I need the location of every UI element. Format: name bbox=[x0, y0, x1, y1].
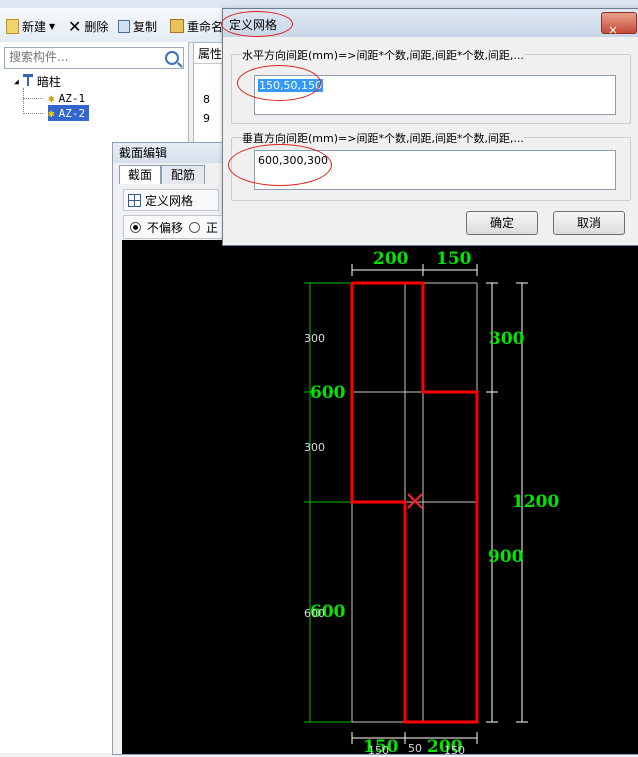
rename-button[interactable]: 重命名 bbox=[170, 17, 223, 35]
delete-button[interactable]: ✕ 删除 bbox=[68, 16, 108, 36]
define-grid-dialog: 定义网格 × 水平方向间距(mm)=>间距*个数,间距,间距*个数,间距,...… bbox=[221, 8, 638, 246]
tree-item-selected[interactable]: ✱ AZ-2 bbox=[48, 105, 90, 121]
properties-header: 属性 bbox=[198, 47, 223, 61]
horizontal-group: 水平方向间距(mm)=>间距*个数,间距,间距*个数,间距,... 150,50… bbox=[231, 47, 631, 124]
close-icon: × bbox=[608, 23, 619, 37]
annotation-ellipse bbox=[228, 144, 332, 186]
dim-right-label: 900 bbox=[488, 547, 524, 567]
copy-icon bbox=[118, 19, 130, 33]
offset-options: 不偏移 正 bbox=[123, 215, 233, 239]
close-button[interactable]: × bbox=[601, 12, 637, 37]
drawing-canvas[interactable]: 200 150 300 1200 900 600 600 150 200 300… bbox=[122, 240, 638, 757]
search-input[interactable] bbox=[5, 48, 163, 66]
property-row-number: 8 bbox=[203, 93, 210, 106]
dropdown-arrow-icon[interactable]: ▼ bbox=[49, 22, 55, 31]
gear-icon: ✱ bbox=[48, 106, 55, 120]
dim-right-label: 1200 bbox=[512, 492, 559, 512]
define-grid-button[interactable]: 定义网格 bbox=[123, 189, 219, 211]
gear-icon: ✱ bbox=[48, 91, 55, 105]
other-offset-radio[interactable] bbox=[189, 221, 201, 233]
grid-dim-label: 50 bbox=[408, 742, 422, 754]
column-icon bbox=[22, 73, 33, 89]
tree-item[interactable]: ✱ AZ-1 bbox=[48, 90, 85, 106]
insertion-point-marker bbox=[407, 493, 423, 509]
no-offset-label: 不偏移 bbox=[147, 220, 184, 235]
copy-button[interactable]: 复制 bbox=[118, 17, 157, 35]
delete-icon: ✕ bbox=[68, 16, 82, 36]
dialog-titlebar: 定义网格 × bbox=[221, 9, 638, 37]
cancel-button[interactable]: 取消 bbox=[553, 211, 625, 235]
tab-rebar[interactable]: 配筋 bbox=[161, 165, 205, 184]
grid-icon bbox=[128, 193, 141, 207]
annotation-ellipse bbox=[237, 65, 321, 101]
section-drawing: 200 150 300 1200 900 600 600 150 200 300… bbox=[304, 249, 559, 757]
dim-top-label: 150 bbox=[436, 249, 472, 269]
dim-left-label: 600 bbox=[310, 383, 346, 403]
annotation-ellipse bbox=[221, 11, 293, 37]
grid-dim-label: 600 bbox=[304, 607, 325, 620]
property-row-number: 9 bbox=[203, 112, 210, 125]
collapse-icon[interactable]: ◢ bbox=[14, 77, 19, 86]
dim-top-label: 200 bbox=[373, 249, 409, 269]
search-icon[interactable] bbox=[165, 51, 179, 65]
rename-icon bbox=[170, 19, 184, 33]
vertical-group: 垂直方向间距(mm)=>间距*个数,间距,间距*个数,间距,... 600,30… bbox=[228, 130, 631, 201]
grid-dim-label: 300 bbox=[304, 441, 325, 454]
other-offset-label: 正 bbox=[206, 220, 219, 235]
horizontal-spacing-label: 水平方向间距(mm)=>间距*个数,间距,间距*个数,间距,... bbox=[242, 47, 524, 63]
new-button[interactable]: 新建 ▼ bbox=[6, 17, 55, 35]
tree-root-node[interactable]: ◢ 暗柱 bbox=[14, 73, 61, 89]
no-offset-radio[interactable] bbox=[130, 221, 141, 233]
ok-button[interactable]: 确定 bbox=[466, 211, 538, 235]
search-box bbox=[4, 47, 184, 69]
tab-section[interactable]: 截面 bbox=[119, 165, 161, 184]
new-icon bbox=[6, 18, 19, 34]
dim-right-label: 300 bbox=[489, 329, 525, 349]
grid-dim-label: 300 bbox=[304, 332, 325, 345]
